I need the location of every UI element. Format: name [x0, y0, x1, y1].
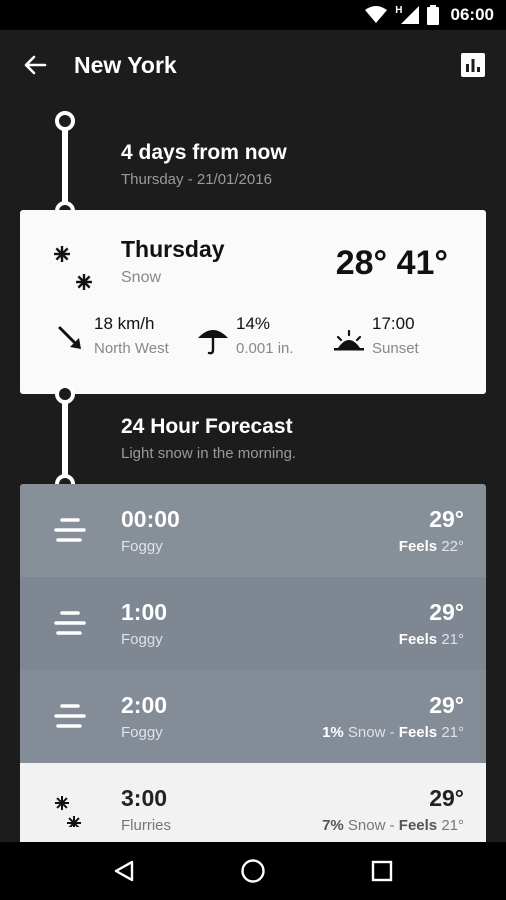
nav-recents-button[interactable] — [362, 851, 402, 891]
wind-speed: 18 km/h — [94, 314, 155, 333]
back-button[interactable] — [20, 50, 50, 80]
hour-row[interactable]: 1:00 Foggy 29° Feels 21° — [20, 577, 486, 670]
umbrella-icon — [198, 330, 228, 355]
hour-row[interactable]: 2:00 Foggy 29° 1% Snow - Feels 21° — [20, 670, 486, 763]
day-condition: Snow — [121, 269, 162, 286]
hour-temp: 29° — [429, 506, 464, 532]
hourly-header: 24 Hour Forecast Light snow in the morni… — [121, 415, 296, 462]
bar-chart-icon — [461, 53, 485, 77]
arrow-left-icon — [24, 55, 47, 75]
triangle-back-icon — [115, 860, 134, 882]
square-recents-icon — [371, 860, 392, 882]
forecast-date: Thursday - 21/01/2016 — [121, 171, 272, 188]
wind-direction-icon — [58, 326, 81, 349]
hourly-list[interactable]: 00:00 Foggy 29° Feels 22° 1:00 Foggy 29°… — [20, 484, 486, 842]
fog-icon — [54, 704, 86, 728]
sunset-label: Sunset — [372, 340, 419, 357]
hour-condition: Foggy — [121, 724, 163, 741]
sunset-stat: 17:00 Sunset — [332, 314, 419, 357]
hour-time: 3:00 — [121, 785, 168, 811]
hour-condition: Flurries — [121, 817, 172, 834]
sunset-icon — [334, 329, 364, 351]
hour-row[interactable]: 3:00 Flurries 29° 7% Snow - Feels 21° — [20, 763, 486, 842]
fog-icon — [54, 518, 86, 542]
nav-back-button[interactable] — [104, 851, 144, 891]
sunset-time: 17:00 — [372, 314, 415, 333]
snowflake-icon — [54, 246, 92, 290]
signal-icon — [400, 6, 419, 24]
hour-time: 1:00 — [121, 599, 168, 625]
wind-direction: North West — [94, 340, 169, 357]
wifi-icon — [365, 6, 388, 23]
precip-chance: 14% — [236, 314, 271, 333]
day-name: Thursday — [121, 236, 225, 262]
day-card[interactable]: Thursday Snow 28° 41° 18 km/h North West… — [20, 210, 486, 394]
circle-home-icon — [241, 859, 265, 883]
hourly-summary: Light snow in the morning. — [121, 445, 297, 462]
hour-row[interactable]: 00:00 Foggy 29° Feels 22° — [20, 484, 486, 577]
app-bar: New York — [0, 30, 506, 100]
timeline-node — [55, 384, 75, 404]
forecast-title: 4 days from now — [121, 141, 287, 164]
hour-temp: 29° — [429, 692, 464, 718]
page-title: New York — [74, 51, 177, 78]
hour-feels: 1% Snow - Feels 21° — [322, 724, 464, 741]
hour-feels: 7% Snow - Feels 21° — [322, 817, 464, 834]
wind-stat: 18 km/h North West — [54, 314, 169, 357]
timeline-connector — [62, 121, 68, 211]
timeline-connector — [62, 394, 68, 484]
temp-high: 41° — [396, 244, 448, 282]
day-temperatures: 28° 41° — [336, 244, 448, 283]
status-time: 06:00 — [450, 5, 494, 24]
snowflake-icon — [55, 796, 81, 827]
hour-feels: Feels 21° — [398, 631, 464, 648]
hour-temp: 29° — [429, 785, 464, 811]
precip-amount: 0.001 in. — [236, 340, 294, 357]
precip-stat: 14% 0.001 in. — [196, 314, 294, 357]
hour-condition: Foggy — [121, 538, 163, 555]
chart-button[interactable] — [460, 52, 486, 78]
nav-home-button[interactable] — [233, 851, 273, 891]
hour-feels: Feels 22° — [398, 538, 464, 555]
hourly-title: 24 Hour Forecast — [121, 415, 293, 438]
fog-icon — [54, 611, 86, 635]
battery-icon — [426, 5, 439, 25]
hour-time: 00:00 — [121, 506, 180, 532]
system-nav-bar — [0, 842, 506, 900]
hour-condition: Foggy — [121, 631, 163, 648]
forecast-header: 4 days from now Thursday - 21/01/2016 — [121, 141, 287, 188]
timeline-node — [55, 111, 75, 131]
status-bar: H 06:00 — [0, 0, 506, 30]
hour-temp: 29° — [429, 599, 464, 625]
temp-low: 28° — [335, 244, 388, 282]
hour-time: 2:00 — [121, 692, 168, 718]
